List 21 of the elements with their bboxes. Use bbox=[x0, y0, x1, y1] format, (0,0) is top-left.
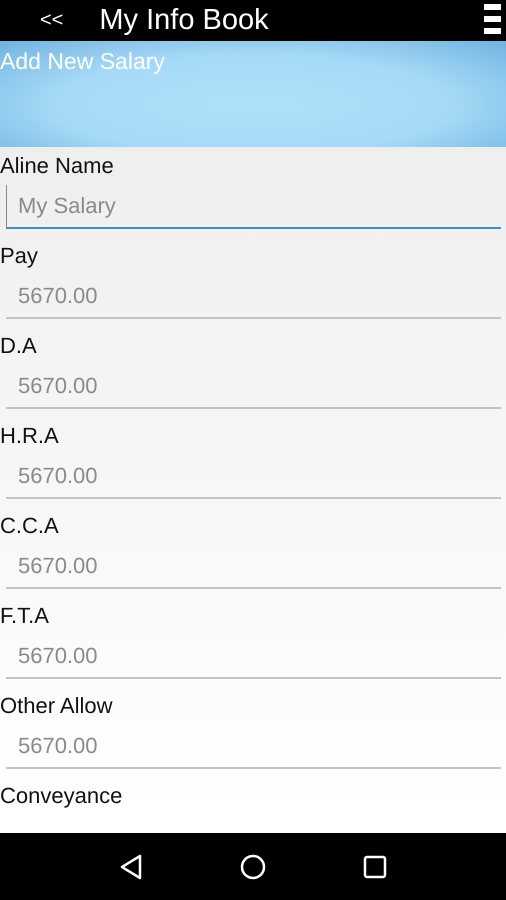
field-label: Conveyance bbox=[0, 782, 122, 810]
input-field[interactable]: 5670.00 bbox=[6, 545, 501, 589]
field-label: H.R.A bbox=[0, 422, 59, 450]
input-field[interactable]: 5670.00 bbox=[6, 725, 501, 769]
back-button[interactable]: << bbox=[36, 9, 68, 32]
field-label: C.C.A bbox=[0, 512, 59, 540]
input-field[interactable]: 5670.00 bbox=[6, 275, 501, 319]
field-label: Aline Name bbox=[0, 152, 114, 180]
input-field[interactable]: 5670.00 bbox=[6, 455, 501, 499]
home-icon[interactable] bbox=[240, 854, 266, 880]
banner-title: Add New Salary bbox=[0, 48, 165, 75]
input-field[interactable]: 5670.00 bbox=[6, 365, 501, 409]
recents-icon[interactable] bbox=[362, 854, 388, 880]
field-label: Pay bbox=[0, 242, 38, 270]
app-title: My Info Book bbox=[99, 4, 270, 37]
input-field[interactable]: 5670.00 bbox=[6, 635, 501, 679]
field-label: D.A bbox=[0, 332, 37, 360]
input-field[interactable]: My Salary bbox=[6, 185, 501, 229]
field-label: F.T.A bbox=[0, 602, 49, 630]
field-label: Other Allow bbox=[0, 692, 112, 720]
back-icon[interactable] bbox=[118, 854, 144, 880]
